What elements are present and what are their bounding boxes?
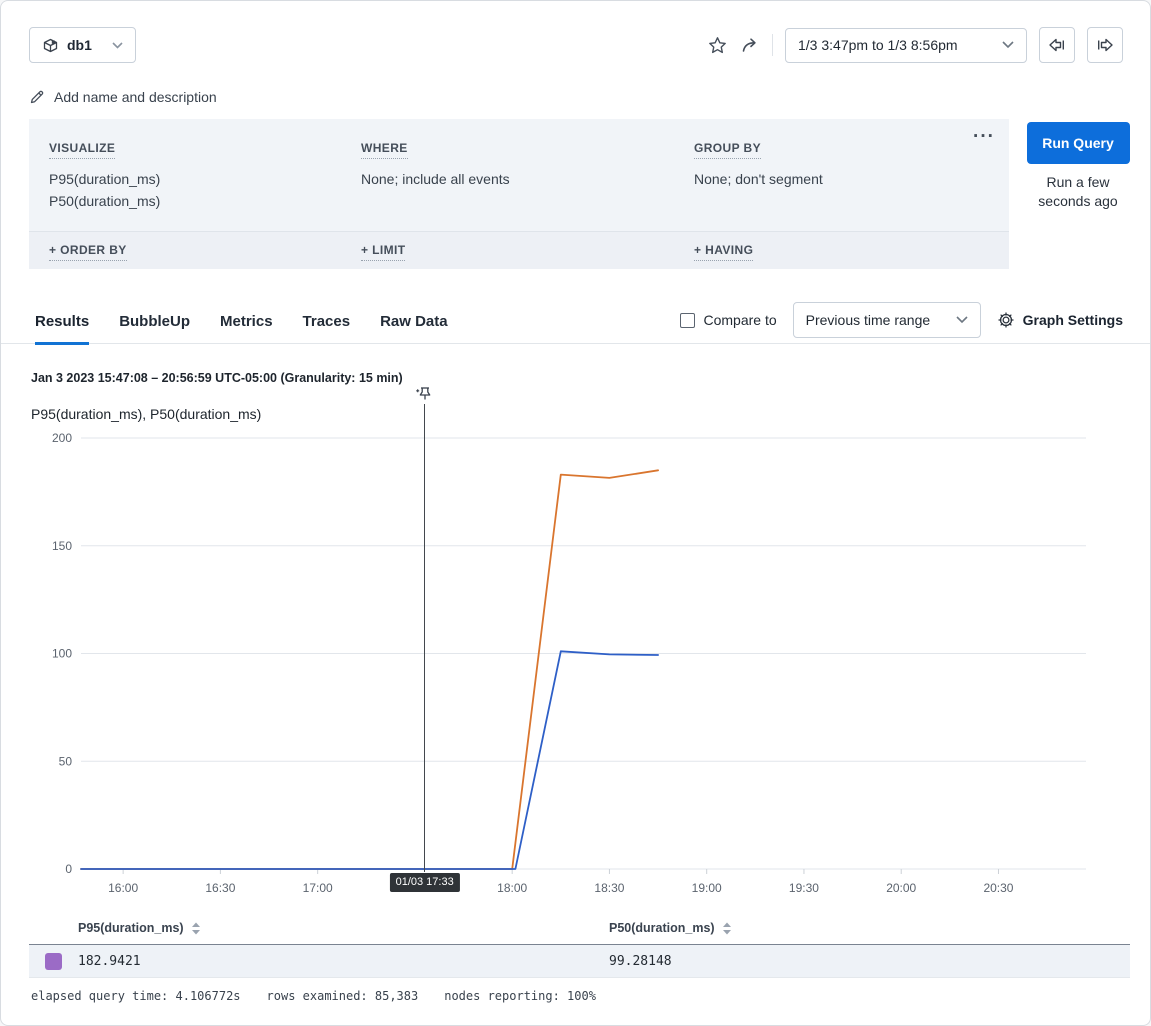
where-label[interactable]: WHERE xyxy=(361,141,408,159)
arrow-left-bar-icon xyxy=(1047,35,1067,55)
results-chart: Jan 3 2023 15:47:08 – 20:56:59 UTC-05:00… xyxy=(1,361,1151,909)
time-range-selector[interactable]: 1/3 3:47pm to 1/3 8:56pm xyxy=(785,28,1027,63)
visualize-item[interactable]: P95(duration_ms) xyxy=(49,168,361,190)
svg-text:18:00: 18:00 xyxy=(497,881,527,895)
svg-text:0: 0 xyxy=(65,862,72,876)
svg-text:18:30: 18:30 xyxy=(594,881,624,895)
graph-settings-label: Graph Settings xyxy=(1023,312,1123,328)
svg-text:16:30: 16:30 xyxy=(205,881,235,895)
tab-traces[interactable]: Traces xyxy=(303,313,351,345)
column-header-p50[interactable]: P50(duration_ms) xyxy=(609,921,1130,935)
query-page: db1 1/3 3:47pm to 1/3 8:56pm xyxy=(0,0,1151,1026)
favorite-star-icon[interactable] xyxy=(707,35,728,56)
chevron-down-icon xyxy=(112,42,123,49)
add-limit-button[interactable]: + LIMIT xyxy=(361,243,405,261)
run-query-column: Run Query Run a few seconds ago xyxy=(1026,122,1130,211)
results-tab-bar: Results BubbleUp Metrics Traces Raw Data… xyxy=(1,301,1150,344)
visualize-label[interactable]: VISUALIZE xyxy=(49,141,115,159)
svg-text:17:00: 17:00 xyxy=(303,881,333,895)
svg-text:200: 200 xyxy=(52,431,72,445)
tab-metrics[interactable]: Metrics xyxy=(220,313,273,345)
svg-text:50: 50 xyxy=(59,754,73,768)
dataset-selector[interactable]: db1 xyxy=(29,27,136,63)
column-header-label: P50(duration_ms) xyxy=(609,921,715,935)
previous-query-button[interactable] xyxy=(1039,27,1075,63)
p50-value: 99.28148 xyxy=(609,954,1130,969)
svg-text:20:00: 20:00 xyxy=(886,881,916,895)
visualize-clause: VISUALIZE P95(duration_ms) P50(duration_… xyxy=(49,139,361,231)
chart-canvas[interactable]: 0 50 100 150 200 16:00 16:30 17:00 18:00 18:30 19:… xyxy=(1,421,1141,909)
where-value[interactable]: None; include all events xyxy=(361,168,694,190)
summary-table-row[interactable]: 182.9421 99.28148 xyxy=(29,945,1130,978)
dataset-name: db1 xyxy=(67,37,92,53)
compare-range-value: Previous time range xyxy=(806,312,931,328)
pencil-icon xyxy=(29,89,45,105)
gear-icon xyxy=(997,311,1015,329)
next-query-button[interactable] xyxy=(1087,27,1123,63)
query-status-bar: elapsed query time: 4.106772s rows exami… xyxy=(31,989,596,1003)
nodes-reporting: nodes reporting: 100% xyxy=(444,989,596,1003)
top-right-actions: 1/3 3:47pm to 1/3 8:56pm xyxy=(707,27,1123,63)
tab-results[interactable]: Results xyxy=(35,313,89,345)
graph-settings-button[interactable]: Graph Settings xyxy=(997,311,1123,329)
groupby-value[interactable]: None; don't segment xyxy=(694,168,989,190)
compare-to-checkbox[interactable] xyxy=(680,313,695,328)
series-color-swatch xyxy=(45,953,62,970)
add-having-button[interactable]: + HAVING xyxy=(694,243,753,261)
arrow-right-bar-icon xyxy=(1095,35,1115,55)
share-icon[interactable] xyxy=(740,35,760,55)
chart-date-range: Jan 3 2023 15:47:08 – 20:56:59 UTC-05:00… xyxy=(31,371,403,385)
groupby-clause: GROUP BY None; don't segment xyxy=(694,139,989,231)
elapsed-time: elapsed query time: 4.106772s xyxy=(31,989,241,1003)
summary-table: P95(duration_ms) P50(duration_ms) 182.94… xyxy=(29,921,1130,978)
where-clause: WHERE None; include all events xyxy=(361,139,694,231)
groupby-label[interactable]: GROUP BY xyxy=(694,141,761,159)
svg-text:20:30: 20:30 xyxy=(983,881,1013,895)
svg-text:16:00: 16:00 xyxy=(108,881,138,895)
query-builder-panel: VISUALIZE P95(duration_ms) P50(duration_… xyxy=(29,119,1009,269)
pin-icon[interactable] xyxy=(415,385,434,404)
svg-text:150: 150 xyxy=(52,539,72,553)
add-name-description-button[interactable]: Add name and description xyxy=(29,89,217,105)
svg-text:19:30: 19:30 xyxy=(789,881,819,895)
column-header-label: P95(duration_ms) xyxy=(78,921,184,935)
chevron-down-icon xyxy=(1002,41,1014,49)
compare-to-toggle[interactable]: Compare to xyxy=(680,312,776,328)
top-bar: db1 1/3 3:47pm to 1/3 8:56pm xyxy=(29,27,1123,63)
run-query-button[interactable]: Run Query xyxy=(1027,122,1130,164)
sort-icon[interactable] xyxy=(191,922,201,935)
divider xyxy=(772,34,773,56)
column-header-p95[interactable]: P95(duration_ms) xyxy=(29,921,609,935)
svg-text:100: 100 xyxy=(52,647,72,661)
dataset-icon xyxy=(42,37,59,54)
visualize-item[interactable]: P50(duration_ms) xyxy=(49,190,361,212)
add-name-label: Add name and description xyxy=(54,89,217,105)
marker-time-badge: 01/03 17:33 xyxy=(390,873,460,892)
chevron-down-icon xyxy=(956,316,968,324)
run-status-text: Run a few seconds ago xyxy=(1026,173,1130,211)
add-orderby-button[interactable]: + ORDER BY xyxy=(49,243,127,261)
query-menu-ellipsis-icon[interactable]: ··· xyxy=(973,127,995,146)
compare-range-selector[interactable]: Previous time range xyxy=(793,302,981,338)
graph-controls: Compare to Previous time range Graph Set… xyxy=(680,301,1123,339)
svg-text:19:00: 19:00 xyxy=(692,881,722,895)
compare-to-label: Compare to xyxy=(703,312,776,328)
chart-title: P95(duration_ms), P50(duration_ms) xyxy=(31,406,261,422)
sort-icon[interactable] xyxy=(722,922,732,935)
summary-table-header: P95(duration_ms) P50(duration_ms) xyxy=(29,921,1130,945)
query-extra-clauses: + ORDER BY + LIMIT + HAVING xyxy=(29,231,1009,269)
time-range-value: 1/3 3:47pm to 1/3 8:56pm xyxy=(798,37,958,53)
tab-bubbleup[interactable]: BubbleUp xyxy=(119,313,190,345)
query-clauses: VISUALIZE P95(duration_ms) P50(duration_… xyxy=(29,119,1009,231)
marker-line xyxy=(424,404,425,872)
p95-value: 182.9421 xyxy=(78,954,141,969)
tab-raw-data[interactable]: Raw Data xyxy=(380,313,448,345)
rows-examined: rows examined: 85,383 xyxy=(267,989,419,1003)
